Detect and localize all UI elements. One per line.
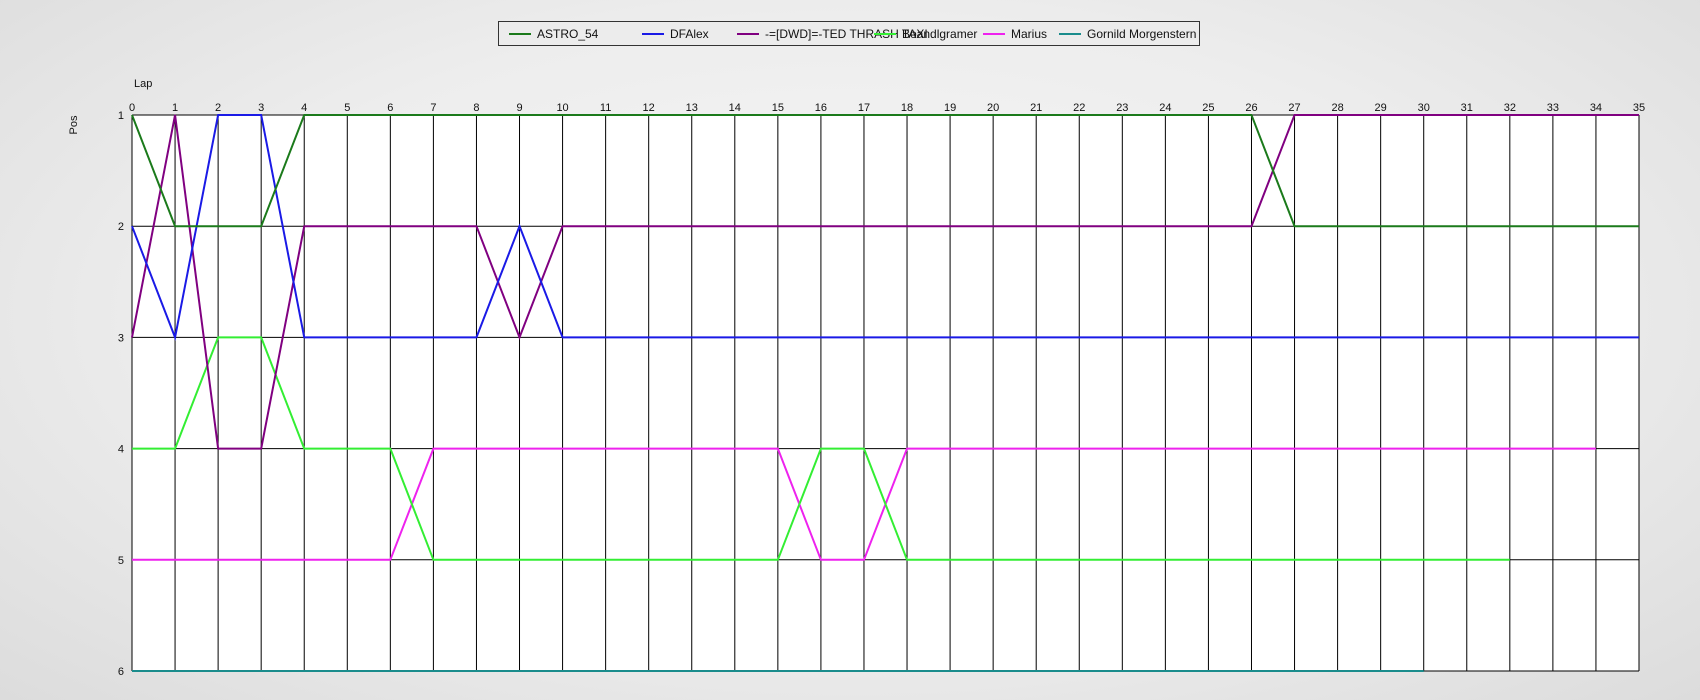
x-tick-label: 1 xyxy=(172,102,178,114)
x-tick-label: 10 xyxy=(556,102,568,114)
x-tick-label: 18 xyxy=(901,102,913,114)
x-tick-label: 14 xyxy=(729,102,741,114)
x-tick-label: 13 xyxy=(686,102,698,114)
position-chart: ASTRO_54 DFAlex -=[DWD]=-TED THRASH TAXI Bo… xyxy=(0,0,1700,700)
x-tick-label: 33 xyxy=(1547,102,1559,114)
x-tick-label: 6 xyxy=(387,102,393,114)
plot-area: 0 1 2 3 4 5 6 7 8 9 10 11 12 13 14 15 16 17 18 19 20 21 22 23 24… xyxy=(68,78,1645,678)
x-tick-label: 22 xyxy=(1073,102,1085,114)
x-tick-label: 24 xyxy=(1159,102,1171,114)
x-tick-label: 29 xyxy=(1375,102,1387,114)
x-tick-label: 3 xyxy=(258,102,264,114)
y-tick-label: 1 xyxy=(118,110,124,122)
x-tick-label: 25 xyxy=(1202,102,1214,114)
x-tick-label: 26 xyxy=(1245,102,1257,114)
x-tick-label: 23 xyxy=(1116,102,1128,114)
x-tick-label: 4 xyxy=(301,102,307,114)
x-tick-label: 27 xyxy=(1288,102,1300,114)
x-tick-label: 9 xyxy=(516,102,522,114)
x-tick-label: 17 xyxy=(858,102,870,114)
y-tick-label: 2 xyxy=(118,221,124,233)
x-tick-label: 28 xyxy=(1331,102,1343,114)
x-tick-label: 34 xyxy=(1590,102,1602,114)
x-tick-label: 11 xyxy=(600,102,611,114)
x-axis-title: Lap xyxy=(134,78,152,90)
x-tick-label: 8 xyxy=(473,102,479,114)
y-tick-label: 4 xyxy=(118,444,124,456)
x-tick-label: 16 xyxy=(815,102,827,114)
x-tick-label: 21 xyxy=(1030,102,1042,114)
x-tick-label: 35 xyxy=(1633,102,1645,114)
x-tick-label: 0 xyxy=(129,102,135,114)
x-tick-label: 12 xyxy=(643,102,655,114)
x-tick-label: 7 xyxy=(430,102,436,114)
x-tick-label: 20 xyxy=(987,102,999,114)
y-tick-label: 5 xyxy=(118,555,124,567)
y-axis-title: Pos xyxy=(68,115,80,134)
plot-background xyxy=(132,115,1639,671)
y-tick-label: 3 xyxy=(118,332,124,344)
x-tick-label: 15 xyxy=(772,102,784,114)
x-tick-label: 31 xyxy=(1461,102,1473,114)
y-tick-label: 6 xyxy=(118,666,124,678)
x-tick-label: 19 xyxy=(944,102,956,114)
x-tick-label: 2 xyxy=(215,102,221,114)
x-tick-label: 30 xyxy=(1418,102,1430,114)
x-tick-label: 5 xyxy=(344,102,350,114)
x-tick-label: 32 xyxy=(1504,102,1516,114)
